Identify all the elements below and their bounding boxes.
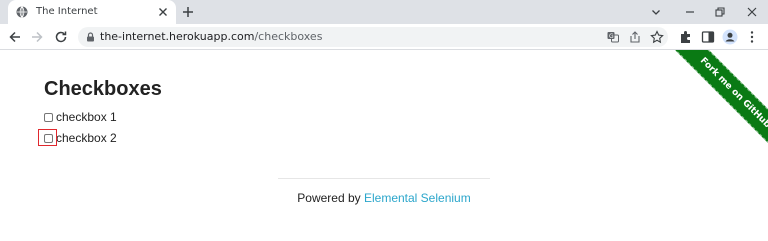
checkbox-1[interactable] xyxy=(44,112,53,122)
restore-icon[interactable] xyxy=(713,5,727,19)
url-path: /checkboxes xyxy=(254,30,323,43)
tab-search-icon[interactable] xyxy=(649,5,663,19)
address-bar[interactable]: the-internet.herokuapp.com/checkboxes G xyxy=(78,27,668,47)
profile-avatar-icon[interactable] xyxy=(722,29,738,45)
reload-icon[interactable] xyxy=(53,29,69,45)
share-icon[interactable] xyxy=(628,30,642,44)
close-tab-icon[interactable] xyxy=(156,5,170,19)
checkbox-1-label: checkbox 1 xyxy=(56,110,117,124)
url-text[interactable]: the-internet.herokuapp.com/checkboxes xyxy=(100,31,322,43)
browser-toolbar: the-internet.herokuapp.com/checkboxes G xyxy=(0,24,768,50)
url-host: the-internet.herokuapp.com xyxy=(100,30,255,43)
checkbox-row-1: checkbox 1 xyxy=(44,110,117,124)
minimize-icon[interactable] xyxy=(683,5,697,19)
highlight-box xyxy=(38,129,57,146)
github-ribbon-band[interactable]: Fork me on GitHub xyxy=(673,50,768,155)
page-footer: Powered by Elemental Selenium xyxy=(0,191,768,205)
elemental-selenium-link[interactable]: Elemental Selenium xyxy=(364,191,471,205)
forward-icon[interactable] xyxy=(29,29,45,45)
bookmark-star-icon[interactable] xyxy=(650,30,664,44)
new-tab-icon[interactable] xyxy=(181,5,195,19)
extensions-icon[interactable] xyxy=(678,29,694,45)
github-ribbon-text: Fork me on GitHub xyxy=(697,55,768,131)
checkbox-2-label: checkbox 2 xyxy=(56,131,117,145)
footer-divider xyxy=(278,178,490,179)
translate-icon[interactable]: G xyxy=(606,30,620,44)
svg-text:G: G xyxy=(609,33,614,40)
browser-tab[interactable]: The Internet xyxy=(8,0,176,24)
footer-prefix: Powered by xyxy=(297,191,364,205)
github-ribbon[interactable]: Fork me on GitHub xyxy=(658,50,768,160)
lock-icon[interactable] xyxy=(86,32,95,42)
menu-kebab-icon[interactable] xyxy=(744,29,760,45)
close-window-icon[interactable] xyxy=(745,5,759,19)
tab-strip: The Internet xyxy=(0,0,768,24)
tab-title: The Internet xyxy=(36,6,98,17)
back-icon[interactable] xyxy=(7,29,23,45)
page-title: Checkboxes xyxy=(44,78,162,100)
side-panel-icon[interactable] xyxy=(700,29,716,45)
globe-icon xyxy=(16,6,28,18)
